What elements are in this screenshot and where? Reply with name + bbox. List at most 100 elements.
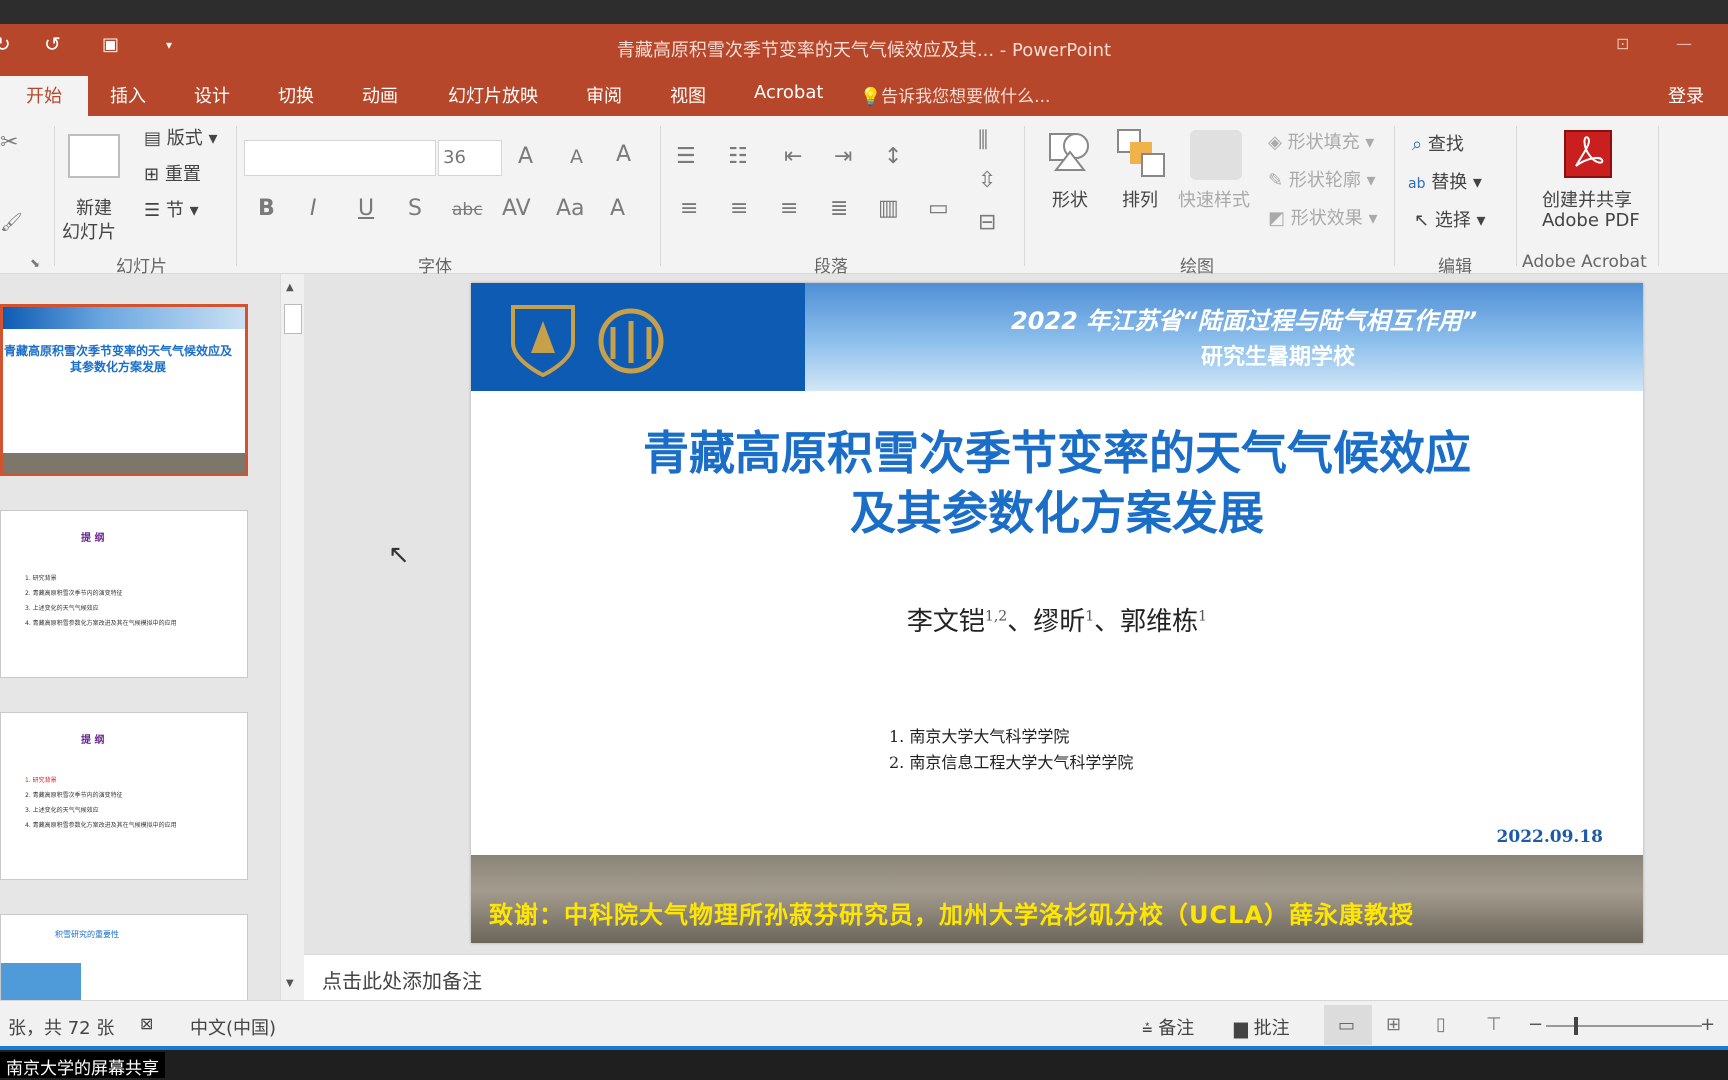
clipboard-launcher-icon[interactable]: ⬊	[30, 256, 40, 270]
text-shadow-icon[interactable]: S	[408, 196, 422, 221]
author-name: 郭维栋	[1120, 607, 1199, 637]
align-center-icon[interactable]: ≡	[730, 196, 748, 221]
logo-band	[471, 283, 805, 391]
adobe-pdf-icon	[1564, 130, 1612, 178]
clear-formatting-icon[interactable]: A	[616, 142, 631, 167]
title-bar: ↻ ↺ ▣ ▾ 青藏高原积雪次季节变率的天气气候效应及其... - PowerP…	[0, 24, 1728, 70]
replace-button[interactable]: ab 替换 ▾	[1408, 168, 1482, 194]
zoom-slider-thumb[interactable]	[1574, 1017, 1578, 1035]
convert-to-smartart-icon[interactable]: ⊟	[978, 210, 996, 235]
strikethrough-icon[interactable]: abc	[452, 200, 483, 220]
thumbnails-scrollbar[interactable]: ▲ ▼	[280, 274, 304, 1000]
format-painter-icon[interactable]: 🖌	[0, 212, 23, 233]
tab-acrobat[interactable]: Acrobat	[754, 82, 823, 103]
scroll-up-icon[interactable]: ▲	[286, 282, 294, 293]
thumb-item: 4. 青藏高原积雪参数化方案改进及其在气候模拟中的应用	[25, 822, 177, 829]
slideshow-view-icon[interactable]: ⊤	[1486, 1014, 1502, 1035]
shape-fill-button[interactable]: ◈ 形状填充 ▾	[1268, 128, 1374, 154]
font-size-input[interactable]: 36	[438, 140, 502, 176]
separator	[236, 126, 237, 266]
tell-me-box[interactable]: 💡告诉我您想要做什么...	[860, 82, 1050, 107]
zoom-in-icon[interactable]: +	[1700, 1014, 1715, 1035]
arrange-icon	[1116, 128, 1168, 180]
thumb-banner	[3, 307, 245, 329]
scrollbar-thumb[interactable]	[284, 304, 302, 334]
ribbon-display-options-icon[interactable]: ⊡	[1616, 34, 1629, 53]
columns-icon[interactable]: ▭	[928, 196, 949, 221]
section-button[interactable]: ☰ 节 ▾	[144, 196, 199, 222]
tab-slideshow[interactable]: 幻灯片放映	[448, 82, 538, 108]
spell-check-icon[interactable]: ⊠	[140, 1014, 153, 1033]
line-spacing-icon[interactable]: ↕	[884, 144, 902, 169]
align-left-icon[interactable]: ≡	[680, 196, 698, 221]
thumbnail-slide-4[interactable]: 积雪研究的重要性	[0, 914, 248, 1000]
distribute-icon[interactable]: ▥	[878, 196, 899, 221]
italic-icon[interactable]: I	[310, 196, 317, 221]
scroll-down-icon[interactable]: ▼	[286, 978, 294, 989]
comments-button[interactable]: ▆ 批注	[1234, 1014, 1290, 1040]
normal-view-icon: ▭	[1338, 1015, 1356, 1036]
minimize-icon[interactable]: —	[1676, 34, 1692, 53]
language-indicator[interactable]: 中文(中国)	[190, 1014, 276, 1040]
tab-design[interactable]: 设计	[194, 82, 230, 108]
shapes-icon	[1046, 130, 1090, 174]
bold-icon[interactable]: B	[258, 196, 275, 221]
ribbon-tabs: 开始 插入 设计 切换 动画 幻灯片放映 审阅 视图 Acrobat 💡告诉我您…	[0, 70, 1728, 116]
bullets-icon[interactable]: ☰	[676, 144, 696, 169]
separator	[1394, 126, 1395, 266]
tab-review[interactable]: 审阅	[586, 82, 622, 108]
numbering-icon[interactable]: ☷	[728, 144, 748, 169]
shape-outline-button[interactable]: ✎ 形状轮廓 ▾	[1268, 166, 1376, 192]
justify-icon[interactable]: ≣	[830, 196, 848, 221]
align-right-icon[interactable]: ≡	[780, 196, 798, 221]
shape-effects-button[interactable]: ◩ 形状效果 ▾	[1268, 204, 1378, 230]
search-icon: ⌕	[1412, 134, 1423, 155]
cut-icon[interactable]: ✂	[0, 130, 18, 155]
font-name-input[interactable]	[244, 140, 436, 176]
reset-button[interactable]: ⊞ 重置	[144, 160, 201, 186]
reading-view-icon[interactable]: ▯	[1436, 1014, 1446, 1035]
thumb-item: 3. 上述变化的天气气候效应	[25, 807, 99, 814]
increase-font-size-icon[interactable]: A	[518, 144, 533, 169]
thumbnail-slide-3[interactable]: 提 纲 1. 研究背景 2. 青藏高原积雪次季节内的演变特征 3. 上述变化的天…	[0, 712, 248, 880]
decrease-font-size-icon[interactable]: A	[570, 146, 583, 168]
zoom-out-icon[interactable]: −	[1528, 1014, 1543, 1035]
create-pdf-label-1: 创建并共享	[1542, 190, 1632, 211]
thumbnail-slide-2[interactable]: 提 纲 1. 研究背景 2. 青藏高原积雪次季节内的演变特征 3. 上述变化的天…	[0, 510, 248, 678]
layout-button[interactable]: ▤ 版式 ▾	[144, 124, 218, 150]
new-slide-icon	[68, 134, 120, 178]
thumbnail-slide-1[interactable]: 青藏高原积雪次季节变率的天气气候效应及其参数化方案发展	[0, 304, 248, 476]
change-case-icon[interactable]: Aa	[556, 196, 585, 221]
notes-button[interactable]: ⩮ 备注	[1142, 1014, 1194, 1040]
normal-view-button[interactable]: ▭	[1324, 1005, 1372, 1045]
login-button[interactable]: 登录	[1668, 82, 1704, 108]
thumb-title: 青藏高原积雪次季节变率的天气气候效应及其参数化方案发展	[3, 344, 232, 374]
find-button[interactable]: ⌕ 查找	[1412, 130, 1464, 156]
align-text-icon[interactable]: ⇳	[978, 168, 996, 193]
tab-animations[interactable]: 动画	[362, 82, 398, 108]
tab-view[interactable]: 视图	[670, 82, 706, 108]
tab-transitions[interactable]: 切换	[278, 82, 314, 108]
zoom-slider[interactable]	[1546, 1017, 1702, 1035]
slide-date: 2022.09.18	[1496, 827, 1603, 847]
slide-sorter-icon[interactable]: ⊞	[1386, 1014, 1401, 1035]
character-spacing-icon[interactable]: AV	[502, 196, 531, 221]
font-color-icon[interactable]: A	[610, 196, 625, 221]
underline-icon[interactable]: U	[358, 196, 374, 221]
select-button[interactable]: ↖ 选择 ▾	[1414, 206, 1486, 232]
text-direction-icon[interactable]: ⫼	[978, 128, 988, 153]
notes-pane[interactable]: 点击此处添加备注	[304, 954, 1728, 1000]
slide-banner: 2022 年江苏省“陆面过程与陆气相互作用” 研究生暑期学校	[471, 283, 1643, 391]
tab-home[interactable]: 开始	[0, 76, 88, 116]
decrease-indent-icon[interactable]: ⇤	[784, 144, 802, 169]
thumb-title: 积雪研究的重要性	[55, 930, 119, 939]
banner-line-1: 2022 年江苏省“陆面过程与陆气相互作用”	[1011, 307, 1478, 335]
tab-insert[interactable]: 插入	[110, 82, 146, 108]
paint-bucket-icon: ◈	[1268, 132, 1282, 153]
new-slide-label-1: 新建	[76, 198, 112, 219]
layout-label: 版式	[166, 128, 203, 149]
increase-indent-icon[interactable]: ⇥	[834, 144, 852, 169]
shape-fill-label: 形状填充	[1287, 132, 1360, 153]
current-slide[interactable]: 2022 年江苏省“陆面过程与陆气相互作用” 研究生暑期学校 青藏高原积雪次季节…	[471, 283, 1643, 943]
slide-title-line-2: 及其参数化方案发展	[850, 486, 1264, 540]
